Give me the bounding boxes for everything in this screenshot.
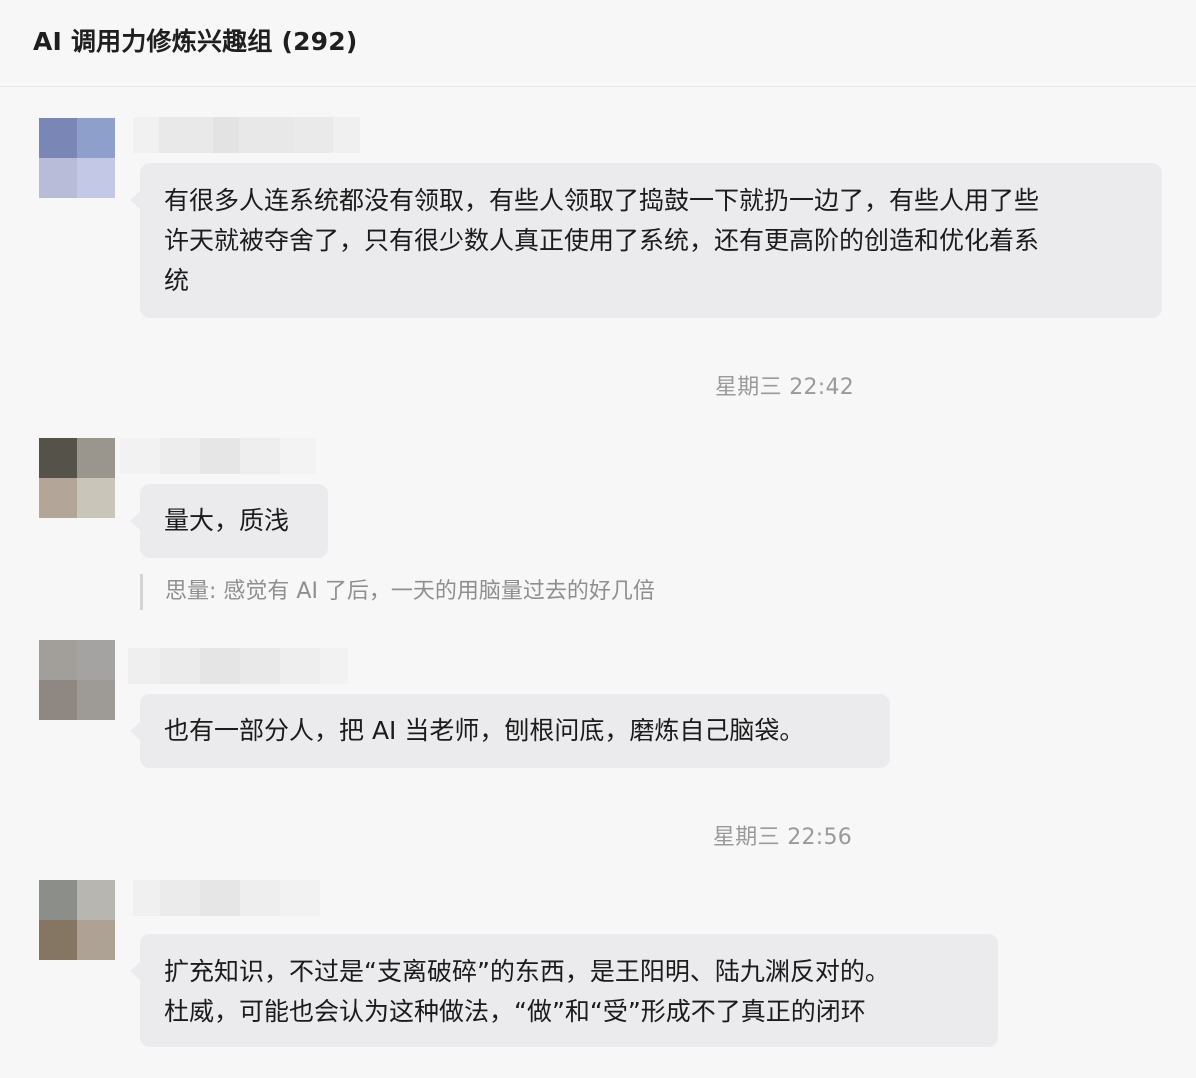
quoted-message[interactable]: 思量: 感觉有 AI 了后，一天的用脑量过去的好几倍	[140, 574, 655, 610]
avatar[interactable]	[39, 880, 115, 960]
message-bubble[interactable]: 也有一部分人，把 AI 当老师，刨根问底，磨炼自己脑袋。	[130, 694, 890, 768]
chat-title[interactable]: AI 调用力修炼兴趣组 (292)	[33, 22, 358, 58]
timestamp: 星期三 22:56	[713, 825, 853, 850]
avatar[interactable]	[39, 438, 115, 518]
sender-name-redacted	[120, 438, 316, 474]
chat-header: AI 调用力修炼兴趣组 (292)	[0, 0, 1196, 87]
message-bubble[interactable]: 扩充知识，不过是“支离破碎”的东西，是王阳明、陆九渊反对的。 杜威，可能也会认为…	[130, 934, 998, 1047]
avatar[interactable]	[39, 118, 115, 198]
message-bubble[interactable]: 量大，质浅	[130, 484, 328, 558]
sender-name-redacted	[133, 117, 360, 153]
avatar[interactable]	[39, 640, 115, 720]
sender-name-redacted	[128, 648, 348, 684]
timestamp: 星期三 22:42	[715, 375, 855, 400]
sender-name-redacted	[133, 880, 320, 916]
message-bubble[interactable]: 有很多人连系统都没有领取，有些人领取了捣鼓一下就扔一边了，有些人用了些 许天就被…	[130, 163, 1162, 318]
